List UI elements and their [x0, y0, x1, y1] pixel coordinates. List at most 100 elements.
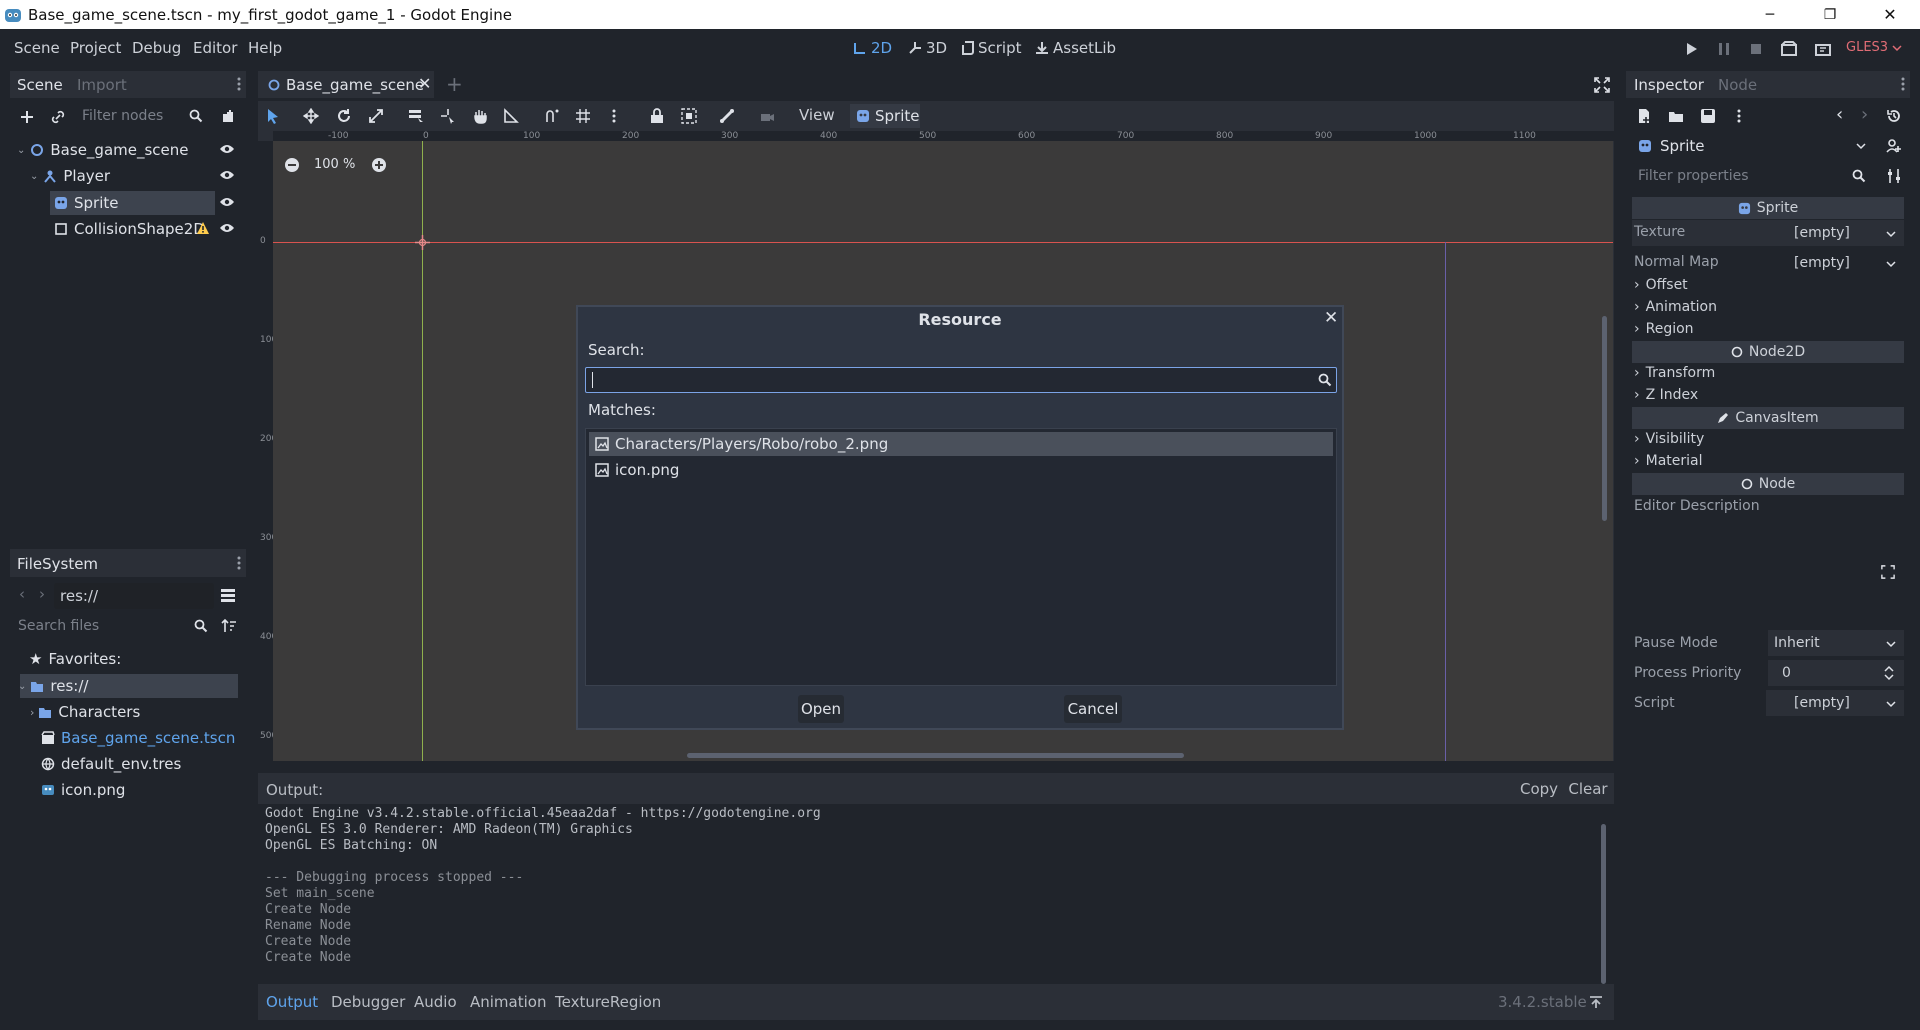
play-scene-icon[interactable] [1780, 40, 1798, 58]
normal-map-value-picker[interactable]: [empty] [1766, 250, 1904, 276]
zoom-reset-button[interactable]: 100 % [314, 157, 355, 172]
dock-menu-icon[interactable] [1900, 76, 1906, 92]
more-options-icon[interactable] [611, 108, 617, 124]
view-mode-icon[interactable] [220, 587, 236, 603]
ruler-tool-icon[interactable] [503, 108, 519, 124]
sort-icon[interactable] [221, 618, 237, 634]
back-arrow-icon[interactable]: ‹ [19, 585, 25, 603]
sprite-menu[interactable]: Sprite [850, 104, 920, 128]
chevron-down-icon[interactable] [1886, 230, 1896, 238]
stop-icon[interactable] [1747, 40, 1765, 58]
pause-icon[interactable] [1715, 40, 1733, 58]
match-item[interactable]: Characters/Players/Robo/robo_2.png [589, 432, 1333, 456]
group-visibility[interactable]: › Visibility [1634, 431, 1704, 447]
menu-scene[interactable]: Scene [14, 39, 60, 57]
tab-inspector[interactable]: Inspector [1634, 76, 1704, 94]
move-tool-icon[interactable] [303, 108, 319, 124]
group-z-index[interactable]: › Z Index [1634, 387, 1698, 403]
group-offset[interactable]: › Offset [1634, 277, 1688, 293]
chevron-down-icon[interactable] [1886, 260, 1896, 268]
zoom-in-icon[interactable] [371, 157, 387, 173]
minimize-button[interactable]: ─ [1740, 0, 1800, 29]
scale-tool-icon[interactable] [368, 108, 384, 124]
fs-item-default-env[interactable]: default_env.tres [41, 751, 181, 777]
menu-debug[interactable]: Debug [132, 39, 181, 57]
link-icon[interactable] [50, 109, 66, 125]
bone-icon[interactable] [719, 108, 735, 124]
add-tab-icon[interactable]: + [446, 72, 463, 96]
fs-item-res[interactable]: ⌄ res:// [18, 673, 88, 699]
camera-override-icon[interactable] [759, 108, 775, 124]
bottom-tab-debugger[interactable]: Debugger [331, 993, 405, 1011]
visibility-eye-icon[interactable] [219, 143, 235, 155]
forward-arrow-icon[interactable]: › [39, 585, 45, 603]
visibility-eye-icon[interactable] [219, 196, 235, 208]
viewport-v-scrollbar[interactable] [1602, 316, 1607, 521]
load-resource-icon[interactable] [1668, 108, 1684, 124]
menu-help[interactable]: Help [248, 39, 282, 57]
save-resource-icon[interactable] [1700, 108, 1716, 124]
bottom-tab-textureregion[interactable]: TextureRegion [555, 993, 661, 1011]
dock-menu-icon[interactable] [236, 76, 242, 92]
group-material[interactable]: › Material [1634, 453, 1702, 469]
add-node-icon[interactable] [19, 109, 35, 125]
clear-output-button[interactable]: Clear [1566, 776, 1610, 802]
copy-output-button[interactable]: Copy [1517, 776, 1561, 802]
list-select-icon[interactable] [408, 108, 424, 124]
fs-item-characters[interactable]: › Characters [30, 699, 140, 725]
bottom-tab-output[interactable]: Output [266, 993, 318, 1011]
group-transform[interactable]: › Transform [1634, 365, 1715, 381]
dock-menu-icon[interactable] [236, 555, 242, 571]
scene-tab[interactable]: Base_game_scene [258, 71, 434, 98]
menu-project[interactable]: Project [70, 39, 121, 57]
warning-icon[interactable] [196, 221, 210, 235]
tree-node-sprite[interactable]: Sprite [54, 190, 119, 216]
workspace-3d-button[interactable]: 3D [908, 39, 947, 57]
chevron-down-icon[interactable] [1886, 700, 1896, 708]
visibility-eye-icon[interactable] [219, 169, 235, 181]
smart-snap-icon[interactable] [544, 108, 560, 124]
filesystem-path-field[interactable]: res:// [54, 583, 214, 609]
match-item[interactable]: icon.png [589, 458, 1333, 482]
section-sprite[interactable]: Sprite [1632, 197, 1904, 219]
workspace-2d-button[interactable]: 2D [853, 39, 892, 57]
script-value-picker[interactable]: [empty] [1766, 690, 1904, 716]
fs-item-icon-png[interactable]: icon.png [41, 777, 125, 803]
texture-value-picker[interactable]: [empty] [1766, 220, 1904, 246]
section-node2d[interactable]: Node2D [1632, 341, 1904, 363]
filter-properties-input[interactable]: Filter properties [1632, 163, 1872, 189]
expand-icon[interactable] [1881, 565, 1895, 579]
dialog-search-input[interactable] [585, 367, 1337, 393]
view-menu[interactable]: View [799, 106, 835, 124]
close-window-button[interactable]: ✕ [1860, 0, 1920, 29]
pause-mode-select[interactable]: Inherit [1768, 630, 1904, 656]
rotate-tool-icon[interactable] [336, 108, 352, 124]
tools-icon[interactable] [1886, 168, 1902, 184]
object-properties-icon[interactable] [1886, 138, 1902, 154]
lock-icon[interactable] [650, 108, 664, 124]
select-tool-icon[interactable] [266, 108, 280, 124]
renderer-select[interactable]: GLES3 [1846, 40, 1902, 55]
history-forward-icon[interactable]: › [1861, 104, 1868, 125]
tree-node-collisionshape2d[interactable]: CollisionShape2D [54, 216, 205, 242]
search-files-input[interactable]: Search files [12, 613, 212, 639]
close-tab-icon[interactable]: ✕ [418, 74, 431, 93]
bottom-tab-animation[interactable]: Animation [470, 993, 546, 1011]
maximize-button[interactable]: ❐ [1800, 0, 1860, 29]
object-selector[interactable]: Sprite [1632, 133, 1868, 159]
menu-editor[interactable]: Editor [193, 39, 237, 57]
spinner-arrows-icon[interactable] [1884, 664, 1894, 682]
dialog-close-icon[interactable]: ✕ [1324, 308, 1338, 328]
editor-description-textarea[interactable] [1632, 518, 1904, 626]
workspace-assetlib-button[interactable]: AssetLib [1035, 39, 1116, 57]
section-canvasitem[interactable]: CanvasItem [1632, 407, 1904, 429]
grid-snap-icon[interactable] [575, 108, 591, 124]
history-back-icon[interactable]: ‹ [1836, 104, 1843, 125]
distraction-free-icon[interactable] [1594, 77, 1610, 93]
new-resource-icon[interactable] [1636, 108, 1652, 124]
pan-tool-icon[interactable] [472, 108, 488, 124]
tab-node[interactable]: Node [1718, 76, 1757, 94]
more-options-icon[interactable] [1736, 108, 1742, 124]
group-region[interactable]: › Region [1634, 321, 1694, 337]
workspace-script-button[interactable]: Script [962, 39, 1022, 57]
